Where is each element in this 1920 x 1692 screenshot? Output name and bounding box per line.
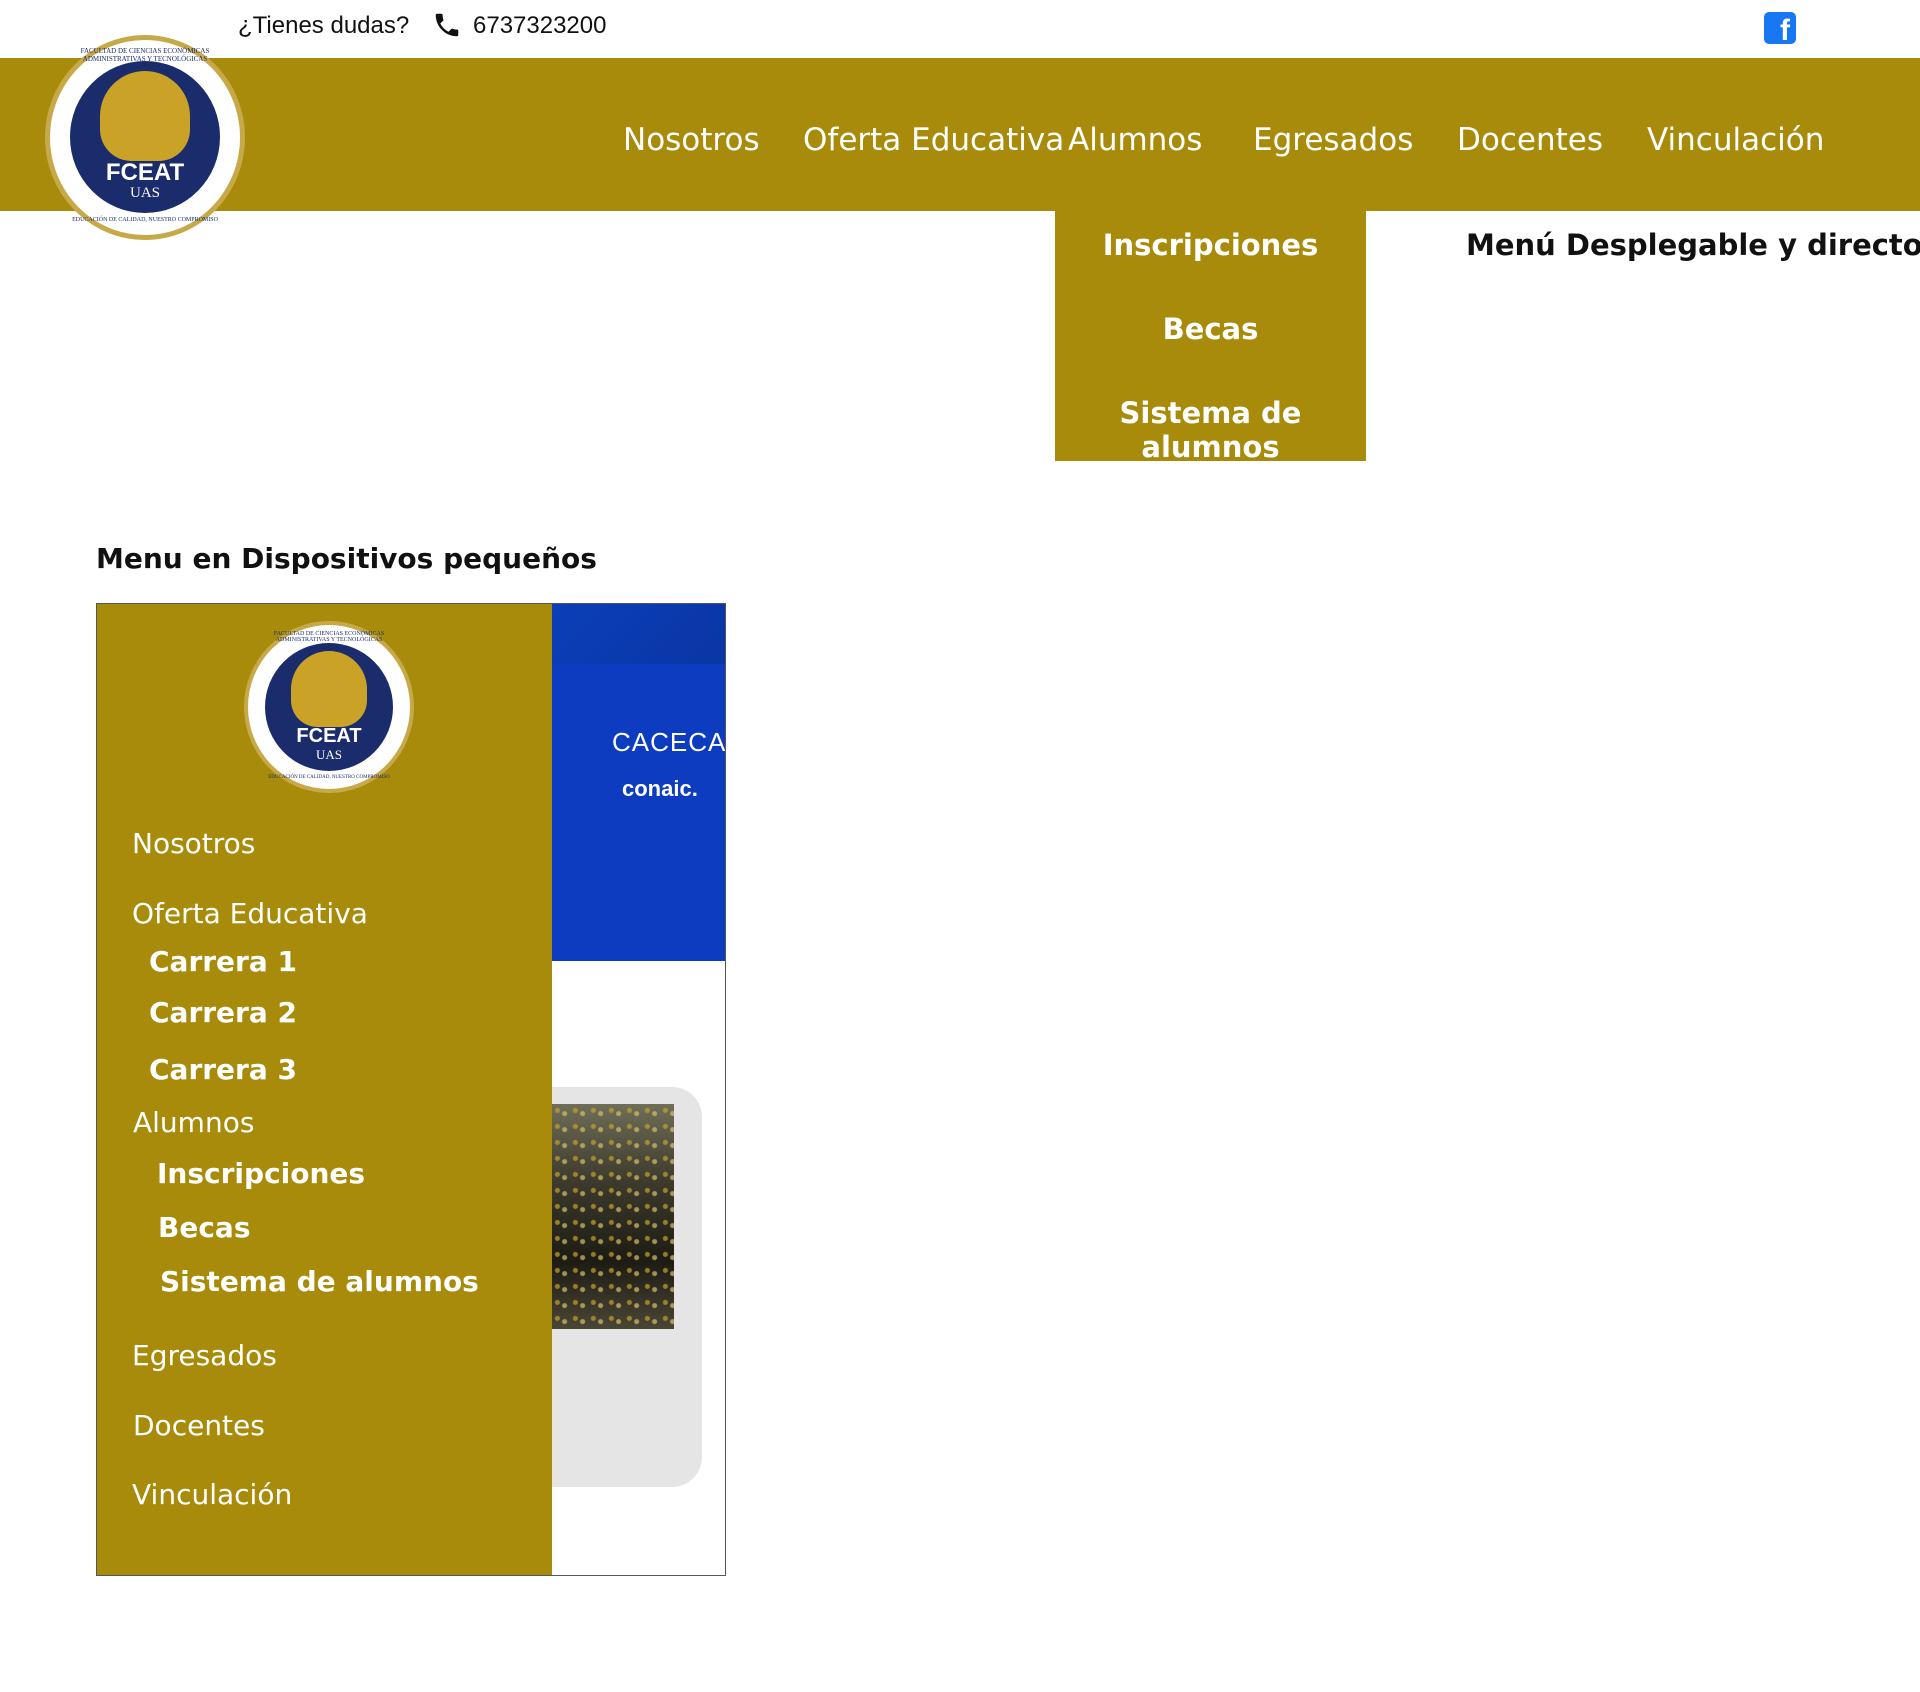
- phone-icon: [435, 13, 459, 37]
- side-carrera-1[interactable]: Carrera 1: [149, 945, 297, 978]
- dropdown-becas[interactable]: Becas: [1055, 312, 1366, 346]
- sidebar-logo-sub: UAS: [315, 747, 342, 762]
- sidebar-logo-arc-bottom: EDUCACIÓN DE CALIDAD, NUESTRO COMPROMISO: [268, 775, 390, 780]
- sidebar-fceat-logo[interactable]: FACULTAD DE CIENCIAS ECONÓMICAS ADMINIST…: [244, 621, 414, 793]
- side-carrera-3[interactable]: Carrera 3: [149, 1053, 297, 1086]
- mobile-preview-frame: CACECA conaic. FACULTAD DE CIENCIAS ECON…: [96, 603, 726, 1576]
- side-docentes[interactable]: Docentes: [133, 1409, 265, 1442]
- accreditation-banner: CACECA conaic.: [552, 604, 726, 961]
- mobile-section-heading: Menu en Dispositivos pequeños: [96, 542, 597, 575]
- contact-question: ¿Tienes dudas?: [238, 12, 410, 39]
- caceca-logo: CACECA: [612, 727, 726, 757]
- side-carrera-2[interactable]: Carrera 2: [149, 996, 297, 1029]
- side-vinculacion[interactable]: Vinculación: [132, 1478, 292, 1511]
- side-sistema-alumnos[interactable]: Sistema de alumnos: [160, 1265, 479, 1298]
- mobile-sidebar-menu: FACULTAD DE CIENCIAS ECONÓMICAS ADMINIST…: [97, 604, 552, 1575]
- nav-oferta-educativa[interactable]: Oferta Educativa: [803, 122, 1064, 158]
- nav-docentes[interactable]: Docentes: [1457, 122, 1603, 158]
- side-oferta-educativa[interactable]: Oferta Educativa: [132, 897, 368, 930]
- fceat-logo[interactable]: FACULTAD DE CIENCIAS ECONÓMICAS ADMINIST…: [45, 35, 245, 240]
- dropdown-sistema-alumnos[interactable]: Sistema de alumnos: [1055, 396, 1366, 464]
- logo-sub: UAS: [129, 185, 160, 201]
- top-contact-bar: ¿Tienes dudas? 6737323200 f: [0, 0, 1920, 58]
- nav-alumnos[interactable]: Alumnos: [1068, 122, 1202, 158]
- graduation-photo: [552, 1104, 674, 1329]
- sidebar-logo-name: FCEAT: [296, 725, 362, 747]
- sidebar-eagle-crest-icon: [291, 651, 367, 727]
- facebook-glyph: f: [1780, 14, 1790, 47]
- dropdown-inscripciones[interactable]: Inscripciones: [1055, 228, 1366, 262]
- side-nosotros[interactable]: Nosotros: [132, 827, 255, 860]
- facebook-icon[interactable]: f: [1764, 12, 1796, 47]
- eagle-crest-icon: [100, 71, 190, 161]
- main-navbar: Nosotros Oferta Educativa Alumnos Egresa…: [0, 58, 1920, 211]
- sidebar-logo-arc-top: FACULTAD DE CIENCIAS ECONÓMICAS ADMINIST…: [273, 631, 385, 643]
- logo-arc-bottom: EDUCACIÓN DE CALIDAD, NUESTRO COMPROMISO: [72, 217, 218, 223]
- side-becas[interactable]: Becas: [158, 1211, 251, 1244]
- conaic-logo: conaic.: [622, 776, 698, 801]
- side-alumnos[interactable]: Alumnos: [133, 1106, 254, 1139]
- nav-vinculacion[interactable]: Vinculación: [1647, 122, 1824, 158]
- nav-egresados[interactable]: Egresados: [1253, 122, 1413, 158]
- side-inscripciones[interactable]: Inscripciones: [157, 1157, 365, 1190]
- alumnos-dropdown: Inscripciones Becas Sistema de alumnos: [1055, 211, 1366, 464]
- dropdown-caption: Menú Desplegable y directo: [1466, 228, 1920, 262]
- side-egresados[interactable]: Egresados: [132, 1339, 277, 1372]
- phone-number[interactable]: 6737323200: [473, 12, 606, 40]
- logo-name: FCEAT: [105, 159, 185, 186]
- nav-nosotros[interactable]: Nosotros: [623, 122, 760, 158]
